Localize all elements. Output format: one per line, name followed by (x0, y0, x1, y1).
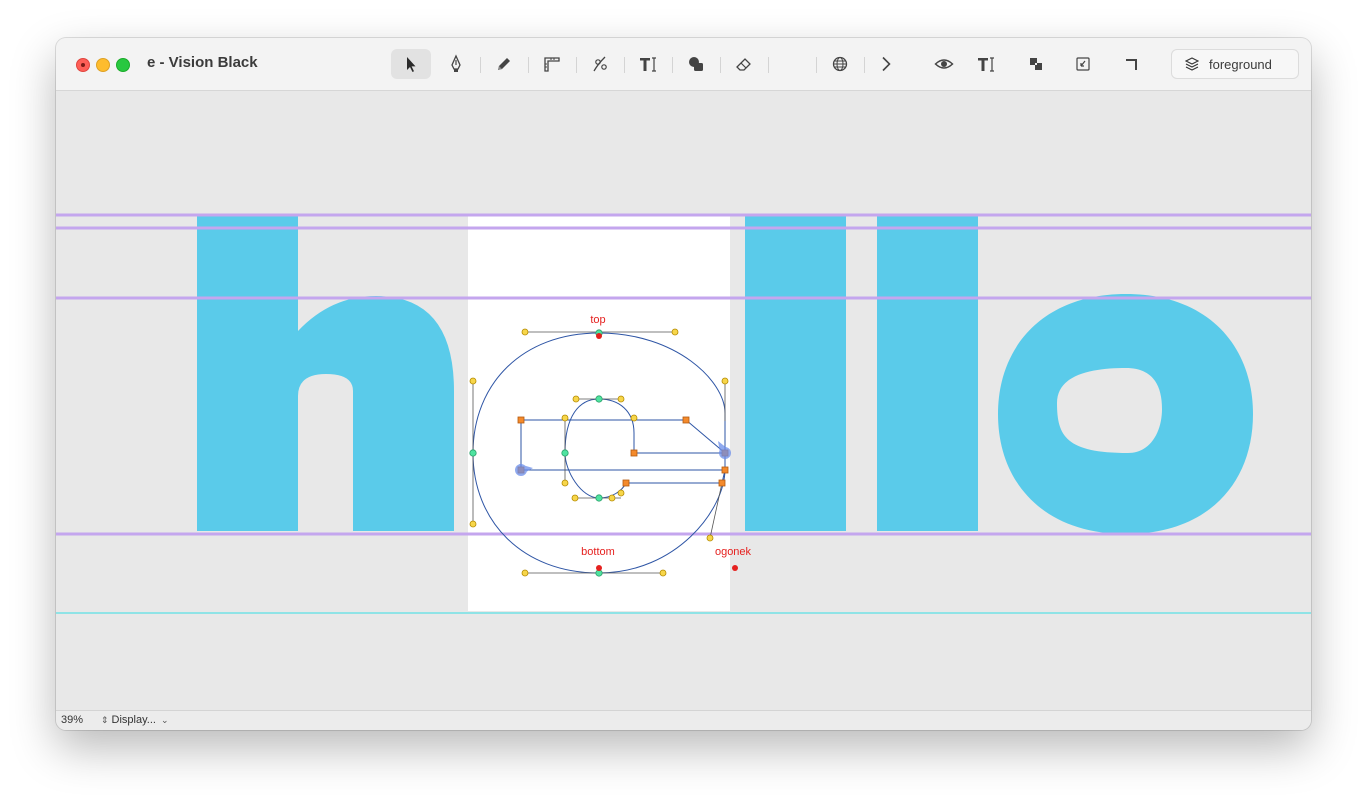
pen-nib-icon (451, 54, 461, 72)
text-cursor-icon (640, 57, 656, 72)
stepper-arrows-icon: ⇕ (101, 714, 109, 725)
preview-glyph-l-second (877, 216, 978, 531)
corner-toggle[interactable] (1112, 49, 1152, 79)
text-cursor-icon (978, 57, 994, 72)
toolbar-separator (672, 57, 673, 73)
next-tool[interactable] (866, 49, 906, 79)
toolbar-separator (768, 57, 769, 73)
preview-glyph-l-first (745, 216, 846, 531)
toolbar-separator (528, 57, 529, 73)
eye-icon (934, 59, 954, 69)
pencil-tool[interactable] (484, 49, 524, 79)
pen-tool[interactable] (436, 49, 476, 79)
ruler-corner-icon (544, 57, 560, 72)
chevron-right-icon (882, 56, 891, 72)
sphere-tool[interactable] (820, 49, 860, 79)
text-tool[interactable] (628, 49, 668, 79)
overlap-squares-icon (1030, 58, 1042, 70)
layers-toggle[interactable] (1016, 49, 1056, 79)
anchor-bottom-label: bottom (581, 546, 615, 558)
layers-icon (1185, 57, 1199, 71)
arrow-pointer-icon (407, 57, 416, 72)
minimize-window-button[interactable] (96, 58, 110, 72)
toolbar-separator (624, 57, 625, 73)
toolbar-separator (576, 57, 577, 73)
shapes-icon (689, 57, 703, 71)
title-bar: e - Vision Black foreground (56, 38, 1311, 91)
shapes-tool[interactable] (676, 49, 716, 79)
pencil-icon (498, 58, 510, 70)
display-mode-label: Display... (111, 714, 156, 726)
eraser-icon (736, 58, 751, 71)
layer-selector-button[interactable]: foreground (1171, 49, 1299, 79)
toolbar-separator (816, 57, 817, 73)
text-preview-toggle[interactable] (966, 49, 1006, 79)
chevron-down-icon: ⌄ (160, 714, 169, 725)
zoom-window-button[interactable] (116, 58, 130, 72)
square-arrow-icon (1076, 57, 1090, 71)
anchor-ogonek-label: ogonek (715, 546, 752, 558)
measure-tool[interactable] (532, 49, 572, 79)
close-window-button[interactable] (76, 58, 90, 72)
toolbar-separator (720, 57, 721, 73)
layer-selector-label: foreground (1209, 56, 1272, 72)
preview-glyph-h (197, 216, 454, 531)
corner-icon (1126, 59, 1137, 70)
zoom-level[interactable]: 39% (61, 714, 83, 726)
component-toggle[interactable] (1063, 49, 1103, 79)
app-window: e - Vision Black foreground top bottom o… (56, 38, 1311, 730)
window-title: e - Vision Black (147, 54, 258, 71)
preview-toggle[interactable] (924, 49, 964, 79)
knife-tool[interactable] (580, 49, 620, 79)
display-mode-select[interactable]: ⇕ Display... ⌄ (101, 714, 169, 726)
globe-grid-icon (832, 56, 848, 72)
toolbar-separator (480, 57, 481, 73)
eraser-tool[interactable] (724, 49, 764, 79)
glyph-canvas-drawing: top bottom ogonek (56, 213, 1311, 614)
anchor-top-label: top (590, 314, 605, 326)
glyph-canvas[interactable]: top bottom ogonek (56, 91, 1311, 710)
node-knife-icon (593, 56, 607, 72)
select-tool[interactable] (391, 49, 431, 79)
status-bar: 39% ⇕ Display... ⌄ (56, 710, 1311, 730)
toolbar-separator (864, 57, 865, 73)
preview-glyph-o (998, 294, 1253, 534)
